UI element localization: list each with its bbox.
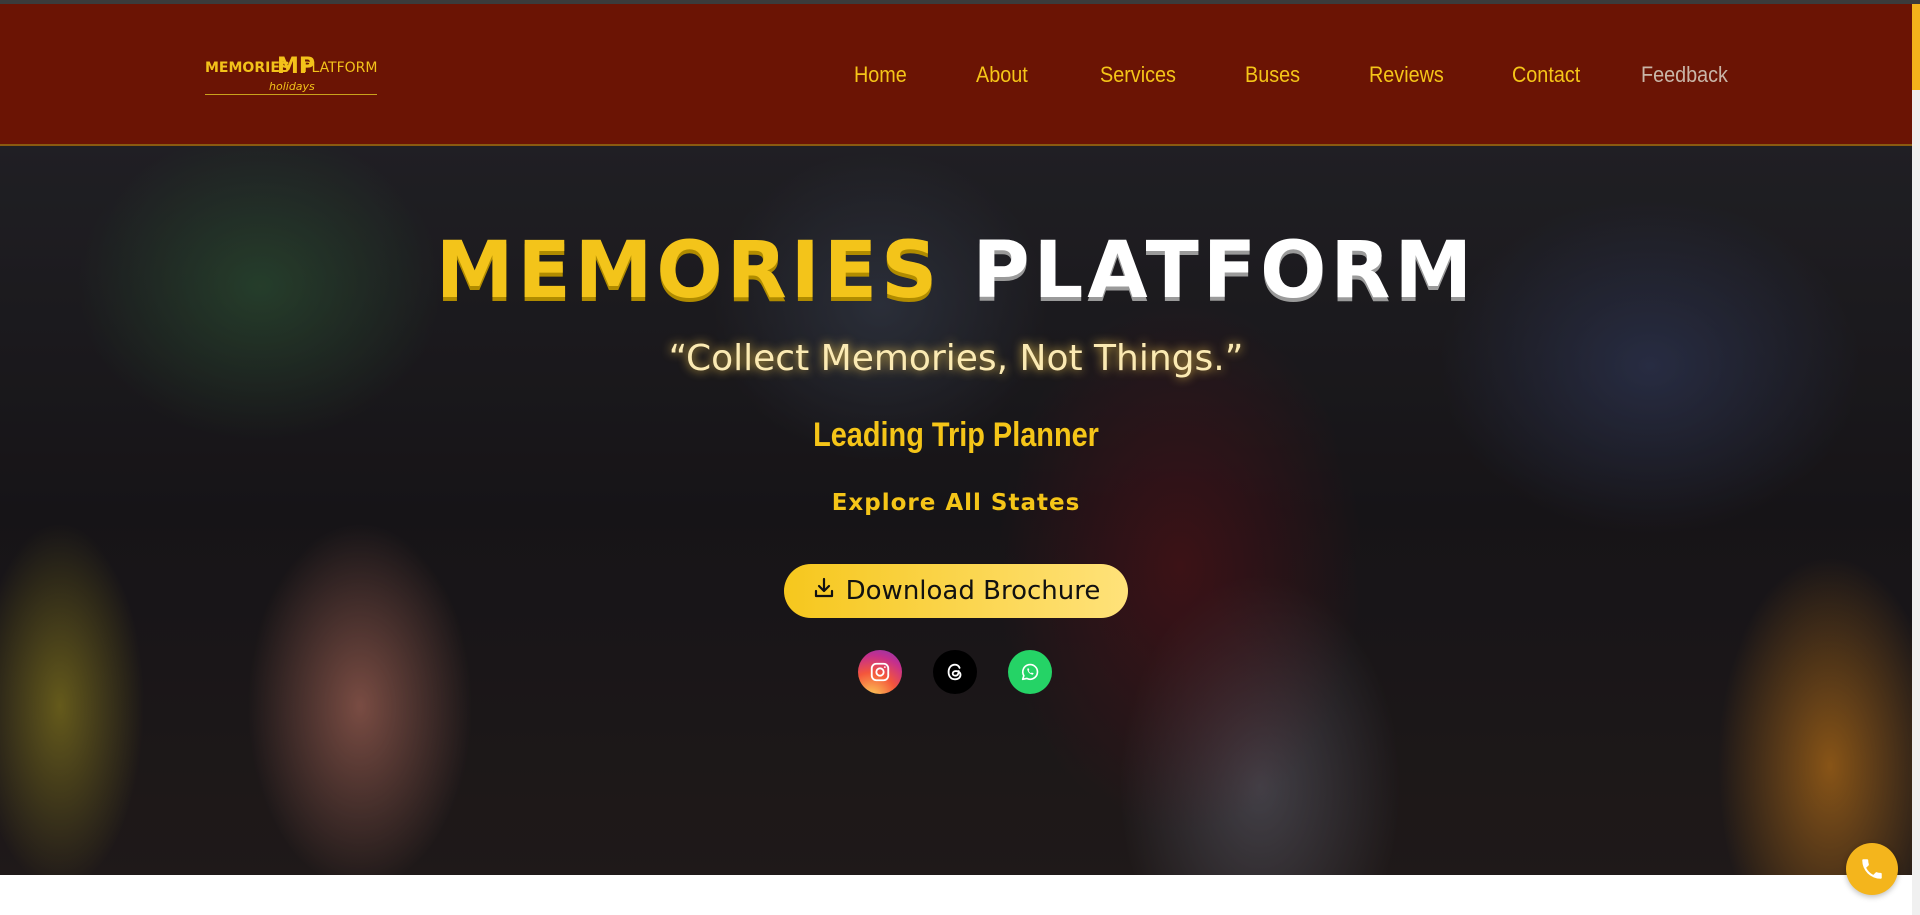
site-logo[interactable]: MEMORIES MP PLATFORM holidays	[205, 54, 377, 98]
logo-subtext: holidays	[269, 80, 315, 93]
logo-text-right: PLATFORM	[303, 60, 378, 76]
logo-underline	[205, 94, 377, 95]
nav-feedback[interactable]: Feedback	[1641, 62, 1728, 88]
nav-buses[interactable]: Buses	[1245, 62, 1300, 88]
whatsapp-icon[interactable]	[1008, 650, 1052, 694]
nav-contact[interactable]: Contact	[1512, 62, 1580, 88]
nav-home[interactable]: Home	[854, 62, 907, 88]
site-header: MEMORIES MP PLATFORM holidays Home About…	[0, 4, 1912, 146]
download-brochure-button[interactable]: Download Brochure	[784, 564, 1128, 618]
hero-title-word2: PLATFORM	[972, 226, 1477, 316]
nav-about[interactable]: About	[976, 62, 1028, 88]
scrollbar-track[interactable]	[1912, 4, 1920, 915]
hero-title-word1: MEMORIES	[435, 226, 942, 316]
download-icon	[812, 576, 836, 607]
hero-explore-text: Explore All States	[831, 490, 1081, 516]
hero-tagline: “Collect Memories, Not Things.”	[668, 338, 1244, 379]
hero-title: MEMORIES PLATFORM	[0, 226, 1912, 316]
download-brochure-label: Download Brochure	[845, 576, 1101, 606]
instagram-icon[interactable]	[858, 650, 902, 694]
hero-subtitle: Leading Trip Planner	[813, 416, 1099, 454]
nav-reviews[interactable]: Reviews	[1369, 62, 1444, 88]
scrollbar-thumb[interactable]	[1912, 4, 1920, 90]
hero-section: MEMORIES PLATFORM “Collect Memories, Not…	[0, 146, 1912, 875]
nav-services[interactable]: Services	[1100, 62, 1176, 88]
phone-icon[interactable]	[1846, 843, 1898, 895]
threads-icon[interactable]	[933, 650, 977, 694]
